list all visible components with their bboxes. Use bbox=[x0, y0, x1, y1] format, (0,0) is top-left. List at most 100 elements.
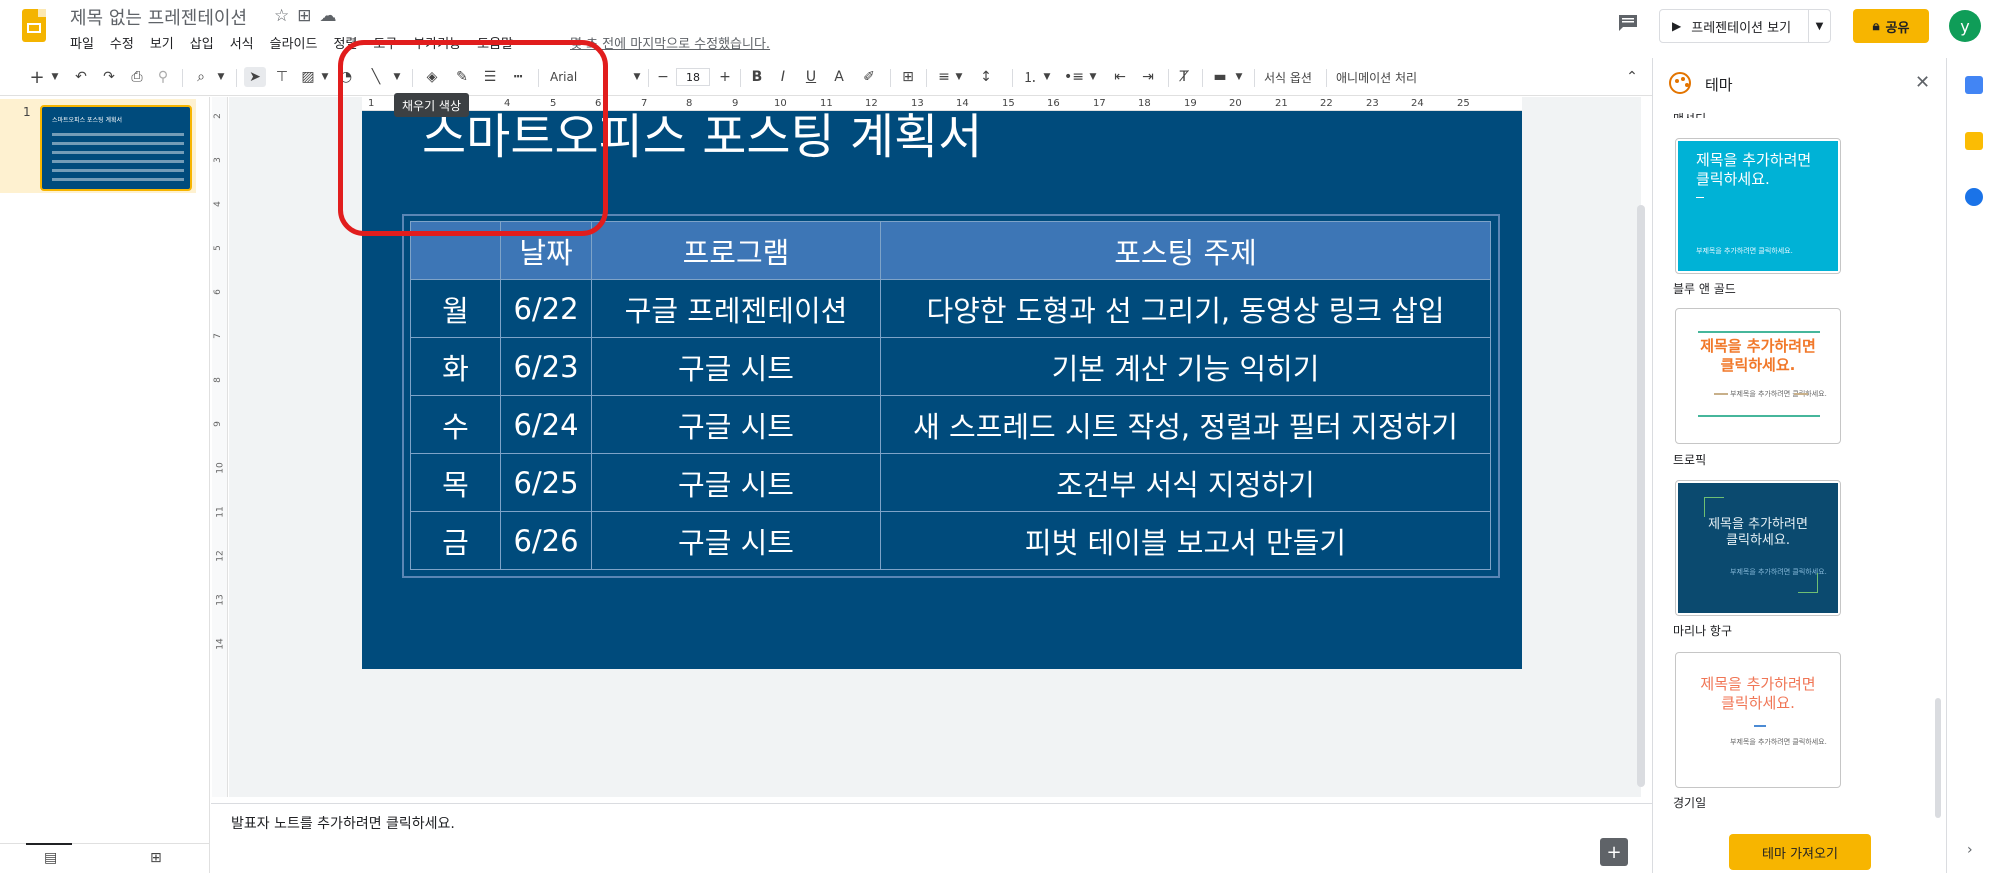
decrease-indent-icon[interactable]: ⇤ bbox=[1110, 67, 1130, 87]
explore-icon[interactable]: + bbox=[1600, 838, 1628, 866]
zoom-dropdown-icon[interactable]: ▼ bbox=[216, 67, 226, 87]
table-cell[interactable]: 피벗 테이블 보고서 만들기 bbox=[880, 511, 1491, 570]
increase-font-icon[interactable]: + bbox=[716, 67, 734, 87]
insert-link-icon[interactable]: ⊞ bbox=[898, 67, 918, 87]
underline-icon[interactable]: U bbox=[802, 67, 820, 87]
table-header-cell[interactable]: 포스팅 주제 bbox=[880, 221, 1491, 280]
canvas-scrollbar[interactable] bbox=[1637, 205, 1645, 787]
comment-history-icon[interactable] bbox=[1617, 14, 1639, 32]
align-dropdown-icon[interactable]: ▼ bbox=[954, 67, 964, 87]
posting-schedule-table[interactable]: 날짜 프로그램 포스팅 주제 월 6/22 구글 프레젠테이션 다양한 도형과 … bbox=[410, 221, 1491, 570]
table-cell[interactable]: 6/24 bbox=[500, 395, 592, 454]
table-cell[interactable]: 구글 프레젠테이션 bbox=[591, 279, 881, 338]
text-box-icon[interactable]: ⊤ bbox=[272, 67, 292, 87]
table-cell[interactable]: 금 bbox=[410, 511, 501, 570]
theme-panel-title: 테마 bbox=[1705, 76, 1733, 94]
table-cell[interactable]: 구글 시트 bbox=[591, 337, 881, 396]
bold-icon[interactable]: B bbox=[748, 67, 766, 87]
undo-icon[interactable]: ↶ bbox=[72, 67, 90, 87]
expand-side-panel-icon[interactable]: › bbox=[1967, 842, 1973, 858]
print-icon[interactable]: ⎙ bbox=[128, 67, 146, 87]
keep-icon[interactable] bbox=[1965, 132, 1983, 150]
star-icon[interactable]: ☆ bbox=[274, 6, 289, 26]
title-actions: ☆ ⊞ ☁ bbox=[274, 6, 337, 26]
theme-card-blue-gold[interactable]: 제목을 추가하려면 클릭하세요. 부제목을 추가하려면 클릭하세요. bbox=[1675, 138, 1841, 274]
present-icon: ▶ bbox=[1672, 19, 1682, 33]
share-button[interactable]: 🔒︎ 공유 bbox=[1853, 9, 1929, 43]
theme-card-game-day[interactable]: 제목을 추가하려면 클릭하세요. 부제목을 추가하려면 클릭하세요. bbox=[1675, 652, 1841, 788]
menu-insert[interactable]: 삽입 bbox=[190, 33, 214, 52]
paint-format-icon[interactable]: ⚲ bbox=[154, 67, 172, 87]
font-dropdown-icon[interactable]: ▼ bbox=[632, 67, 642, 87]
filmstrip-view-icon[interactable]: ▤ bbox=[25, 843, 73, 866]
menu-edit[interactable]: 수정 bbox=[110, 33, 134, 52]
numbered-list-dropdown-icon[interactable]: ▼ bbox=[1042, 67, 1052, 87]
present-button[interactable]: ▶ 프레젠테이션 보기 ▼ bbox=[1659, 9, 1831, 43]
new-slide-dropdown-icon[interactable]: ▼ bbox=[50, 67, 60, 87]
clear-formatting-icon[interactable]: Ⱦ bbox=[1174, 67, 1194, 87]
text-color-icon[interactable]: A bbox=[830, 67, 848, 87]
align-icon[interactable]: ≡ bbox=[934, 67, 954, 87]
table-cell[interactable]: 조건부 서식 지정하기 bbox=[880, 453, 1491, 512]
filmstrip-slide-1[interactable]: 1 스마트오피스 포스팅 계획서 bbox=[0, 99, 196, 193]
table-cell[interactable]: 다양한 도형과 선 그리기, 동영상 링크 삽입 bbox=[880, 279, 1491, 338]
format-options-button[interactable]: 서식 옵션 bbox=[1264, 69, 1312, 86]
table-cell[interactable]: 새 스프레드 시트 작성, 정렬과 필터 지정하기 bbox=[880, 395, 1491, 454]
cloud-status-icon[interactable]: ☁ bbox=[320, 6, 337, 26]
menu-format[interactable]: 서식 bbox=[230, 33, 254, 52]
move-folder-icon[interactable]: ⊞ bbox=[297, 6, 311, 26]
vertical-ruler: 2 3 4 5 6 7 8 9 10 11 12 13 14 bbox=[212, 97, 228, 797]
table-cell[interactable]: 6/26 bbox=[500, 511, 592, 570]
table-cell[interactable]: 6/22 bbox=[500, 279, 592, 338]
input-tools-icon[interactable]: ▬ bbox=[1210, 67, 1230, 87]
menu-slide[interactable]: 슬라이드 bbox=[270, 33, 318, 52]
table-cell[interactable]: 화 bbox=[410, 337, 501, 396]
menu-file[interactable]: 파일 bbox=[70, 33, 94, 52]
table-cell[interactable]: 구글 시트 bbox=[591, 453, 881, 512]
redo-icon[interactable]: ↷ bbox=[100, 67, 118, 87]
document-title[interactable]: 제목 없는 프레젠테이션 bbox=[70, 4, 247, 30]
bulleted-list-icon[interactable]: •≡ bbox=[1064, 67, 1084, 87]
table-cell[interactable]: 구글 시트 bbox=[591, 511, 881, 570]
line-spacing-icon[interactable]: ↕ bbox=[976, 67, 996, 87]
theme-panel-scrollbar[interactable] bbox=[1935, 698, 1941, 818]
theme-card-marina[interactable]: 제목을 추가하려면 클릭하세요. 부제목을 추가하려면 클릭하세요. bbox=[1675, 480, 1841, 616]
table-cell[interactable]: 구글 시트 bbox=[591, 395, 881, 454]
new-slide-icon[interactable]: + bbox=[28, 67, 46, 88]
italic-icon[interactable]: I bbox=[774, 67, 792, 87]
input-tools-dropdown-icon[interactable]: ▼ bbox=[1234, 67, 1244, 87]
font-size-input[interactable]: 18 bbox=[676, 68, 710, 86]
import-theme-button[interactable]: 테마 가져오기 bbox=[1729, 834, 1871, 870]
slide-thumbnail[interactable]: 스마트오피스 포스팅 계획서 bbox=[40, 105, 192, 191]
account-avatar[interactable]: y bbox=[1949, 10, 1981, 42]
table-cell[interactable]: 6/23 bbox=[500, 337, 592, 396]
decrease-font-icon[interactable]: − bbox=[654, 67, 672, 87]
slides-logo-icon[interactable] bbox=[22, 9, 46, 42]
table-cell[interactable]: 목 bbox=[410, 453, 501, 512]
increase-indent-icon[interactable]: ⇥ bbox=[1138, 67, 1158, 87]
animate-button[interactable]: 애니메이션 처리 bbox=[1336, 69, 1417, 86]
menu-view[interactable]: 보기 bbox=[150, 33, 174, 52]
theme-card-tropic[interactable]: 제목을 추가하려면 클릭하세요. 부제목을 추가하려면 클릭하세요. bbox=[1675, 308, 1841, 444]
table-header-cell[interactable]: 프로그램 bbox=[591, 221, 881, 280]
speaker-notes-placeholder[interactable]: 발표자 노트를 추가하려면 클릭하세요. bbox=[231, 813, 455, 833]
grid-view-icon[interactable]: ⊞ bbox=[150, 850, 162, 866]
bulleted-list-dropdown-icon[interactable]: ▼ bbox=[1088, 67, 1098, 87]
thumbnail-title: 스마트오피스 포스팅 계획서 bbox=[52, 117, 123, 124]
table-cell[interactable]: 6/25 bbox=[500, 453, 592, 512]
zoom-icon[interactable]: ⌕ bbox=[192, 67, 210, 87]
present-dropdown-icon[interactable]: ▼ bbox=[1808, 10, 1830, 42]
table-cell[interactable]: 수 bbox=[410, 395, 501, 454]
select-tool-icon[interactable]: ➤ bbox=[244, 67, 266, 87]
numbered-list-icon[interactable]: ⒈ bbox=[1020, 67, 1040, 87]
close-icon[interactable]: ✕ bbox=[1915, 72, 1930, 93]
table-cell[interactable]: 월 bbox=[410, 279, 501, 338]
calendar-icon[interactable] bbox=[1965, 76, 1983, 94]
insert-image-icon[interactable]: ▨ bbox=[298, 67, 318, 87]
tasks-icon[interactable] bbox=[1965, 188, 1983, 206]
speaker-notes[interactable]: 발표자 노트를 추가하려면 클릭하세요. bbox=[211, 803, 1652, 873]
collapse-toolbar-icon[interactable]: ⌃ bbox=[1622, 67, 1642, 87]
image-dropdown-icon[interactable]: ▼ bbox=[320, 67, 330, 87]
highlight-color-icon[interactable]: ✐ bbox=[860, 67, 878, 87]
table-cell[interactable]: 기본 계산 기능 익히기 bbox=[880, 337, 1491, 396]
